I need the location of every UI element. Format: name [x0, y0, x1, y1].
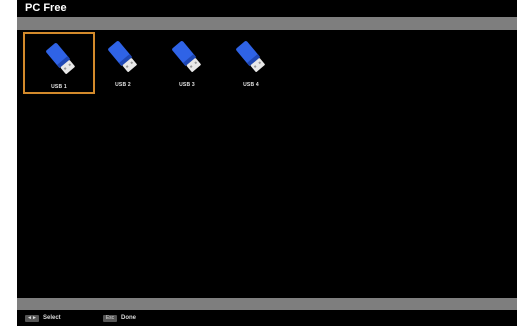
device-label: USB 2	[115, 82, 131, 88]
select-hint: ◄► Select	[25, 314, 61, 322]
status-bar: ◄► Select Esc Done	[17, 310, 517, 326]
exit-hint: Esc Done	[103, 314, 136, 322]
pc-free-screen: PC Free USB 1 USB 2 USB 3 USB 4 ◄► Selec…	[17, 0, 517, 326]
usb-drive-icon	[236, 41, 265, 72]
exit-hint-label: Done	[121, 315, 136, 321]
top-bar	[17, 17, 517, 30]
bottom-bar	[17, 298, 517, 310]
device-item-usb-3[interactable]: USB 3	[151, 32, 223, 94]
device-item-usb-1[interactable]: USB 1	[23, 32, 95, 94]
esc-key-icon: Esc	[103, 314, 117, 322]
device-item-usb-2[interactable]: USB 2	[87, 32, 159, 94]
device-label: USB 3	[179, 82, 195, 88]
device-label: USB 1	[51, 84, 67, 90]
usb-drive-icon	[46, 43, 75, 74]
window-title: PC Free	[17, 0, 517, 17]
select-hint-label: Select	[43, 315, 61, 321]
arrow-keys-icon: ◄►	[25, 314, 39, 322]
device-label: USB 4	[243, 82, 259, 88]
usb-drive-icon	[108, 41, 137, 72]
usb-drive-icon	[172, 41, 201, 72]
device-item-usb-4[interactable]: USB 4	[215, 32, 287, 94]
device-grid: USB 1 USB 2 USB 3 USB 4	[17, 30, 517, 298]
